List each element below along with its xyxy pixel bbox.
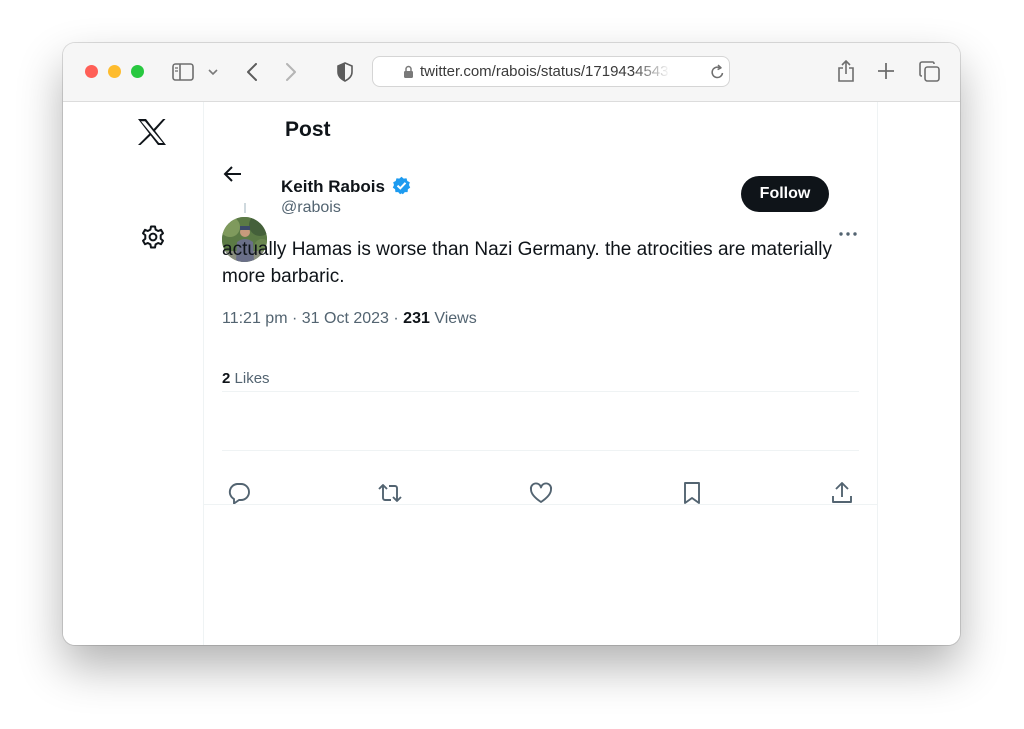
- browser-toolbar: twitter.com/rabois/status/1719434543955: [63, 43, 960, 102]
- settings-gear-icon[interactable]: [140, 224, 166, 250]
- likes-count: 2: [222, 370, 231, 387]
- divider: [222, 450, 859, 451]
- address-bar[interactable]: twitter.com/rabois/status/1719434543955: [372, 56, 730, 87]
- page-title: Post: [285, 118, 331, 141]
- like-icon[interactable]: [527, 479, 555, 507]
- right-column-divider: [877, 102, 878, 645]
- author-name[interactable]: Keith Rabois: [281, 176, 411, 200]
- left-column-divider: [203, 102, 204, 645]
- page-content: Post Keith Rabois @rabois Follow actuall…: [63, 102, 960, 645]
- lock-icon: [403, 65, 414, 84]
- views-label: Views: [434, 310, 477, 327]
- divider: [204, 504, 877, 505]
- follow-button[interactable]: Follow: [741, 176, 829, 212]
- chevron-down-icon[interactable]: [206, 65, 220, 79]
- likes-label: Likes: [234, 370, 270, 387]
- thread-line: [244, 203, 246, 213]
- bookmark-icon[interactable]: [678, 479, 706, 507]
- tweet-meta: 11:21 pm · 31 Oct 2023 · 231 Views: [222, 310, 477, 328]
- divider: [222, 391, 859, 392]
- url-text[interactable]: twitter.com/rabois/status/1719434543955: [420, 63, 670, 81]
- likes-summary[interactable]: 2 Likes: [222, 370, 270, 387]
- meta-separator: ·: [291, 310, 298, 327]
- zoom-window-button[interactable]: [131, 65, 144, 78]
- author-handle[interactable]: @rabois: [281, 199, 341, 217]
- verified-badge-icon: [392, 176, 411, 200]
- reply-icon[interactable]: [225, 479, 253, 507]
- views-count: 231: [403, 310, 430, 327]
- sidebar-icon[interactable]: [172, 61, 194, 83]
- forward-icon[interactable]: [282, 60, 300, 84]
- close-window-button[interactable]: [85, 65, 98, 78]
- share-post-icon[interactable]: [828, 479, 856, 507]
- back-arrow-icon[interactable]: [223, 164, 245, 186]
- browser-window: twitter.com/rabois/status/1719434543955: [63, 43, 960, 645]
- back-icon[interactable]: [243, 60, 261, 84]
- repost-icon[interactable]: [376, 479, 404, 507]
- tweet-date[interactable]: 31 Oct 2023: [302, 310, 389, 327]
- tabs-overview-icon[interactable]: [918, 60, 940, 82]
- x-logo-icon[interactable]: [137, 118, 169, 150]
- reload-icon[interactable]: [710, 64, 725, 85]
- share-icon[interactable]: [835, 58, 857, 84]
- new-tab-icon[interactable]: [876, 61, 896, 81]
- tweet-time[interactable]: 11:21 pm: [222, 310, 288, 327]
- meta-separator: ·: [393, 310, 399, 327]
- shield-icon[interactable]: [335, 60, 355, 84]
- author-name-text[interactable]: Keith Rabois: [281, 177, 385, 196]
- minimize-window-button[interactable]: [108, 65, 121, 78]
- tweet-text: actually Hamas is worse than Nazi German…: [222, 239, 832, 287]
